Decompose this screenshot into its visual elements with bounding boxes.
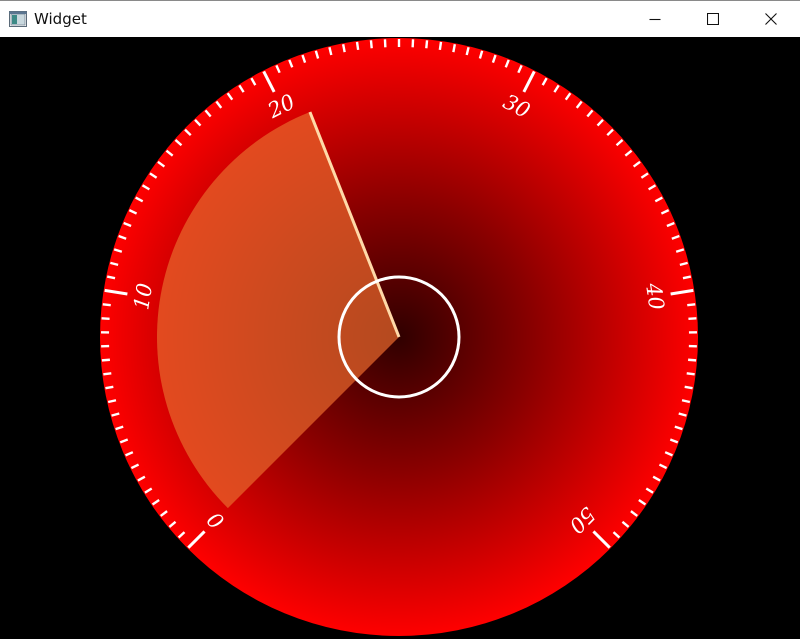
- minor-tick: [438, 41, 443, 51]
- scale-label: 40: [641, 280, 669, 311]
- minor-tick: [684, 385, 693, 390]
- minor-tick: [107, 399, 117, 404]
- title-bar[interactable]: Widget: [0, 0, 800, 37]
- minor-tick: [681, 399, 691, 404]
- maximize-icon: [707, 13, 719, 25]
- minor-tick: [688, 317, 697, 320]
- minor-tick: [103, 372, 112, 376]
- minor-tick: [102, 303, 111, 307]
- minor-tick: [687, 303, 696, 307]
- app-icon: [9, 11, 27, 27]
- minor-tick: [105, 385, 114, 390]
- minor-tick: [106, 275, 116, 280]
- minor-tick: [101, 317, 110, 320]
- minor-tick: [101, 358, 110, 362]
- gauge: 01020 304050: [100, 38, 698, 636]
- window-title: Widget: [34, 10, 87, 28]
- minor-tick: [682, 275, 692, 280]
- scale-label: 10: [129, 281, 157, 311]
- minor-tick: [355, 41, 360, 51]
- gauge-canvas: 0 10 20 30 40 50: [0, 37, 800, 639]
- close-icon: [765, 13, 777, 25]
- minor-tick: [686, 372, 695, 376]
- close-button[interactable]: [742, 1, 800, 37]
- minor-tick: [452, 44, 457, 53]
- minor-tick: [425, 40, 429, 49]
- app-window: Widget 0 10 20 30 40 50: [0, 0, 800, 639]
- minimize-button[interactable]: [626, 1, 684, 37]
- minor-tick: [369, 40, 373, 49]
- maximize-button[interactable]: [684, 1, 742, 37]
- minimize-icon: [649, 18, 661, 21]
- minor-tick: [688, 358, 697, 362]
- minor-tick: [341, 44, 346, 53]
